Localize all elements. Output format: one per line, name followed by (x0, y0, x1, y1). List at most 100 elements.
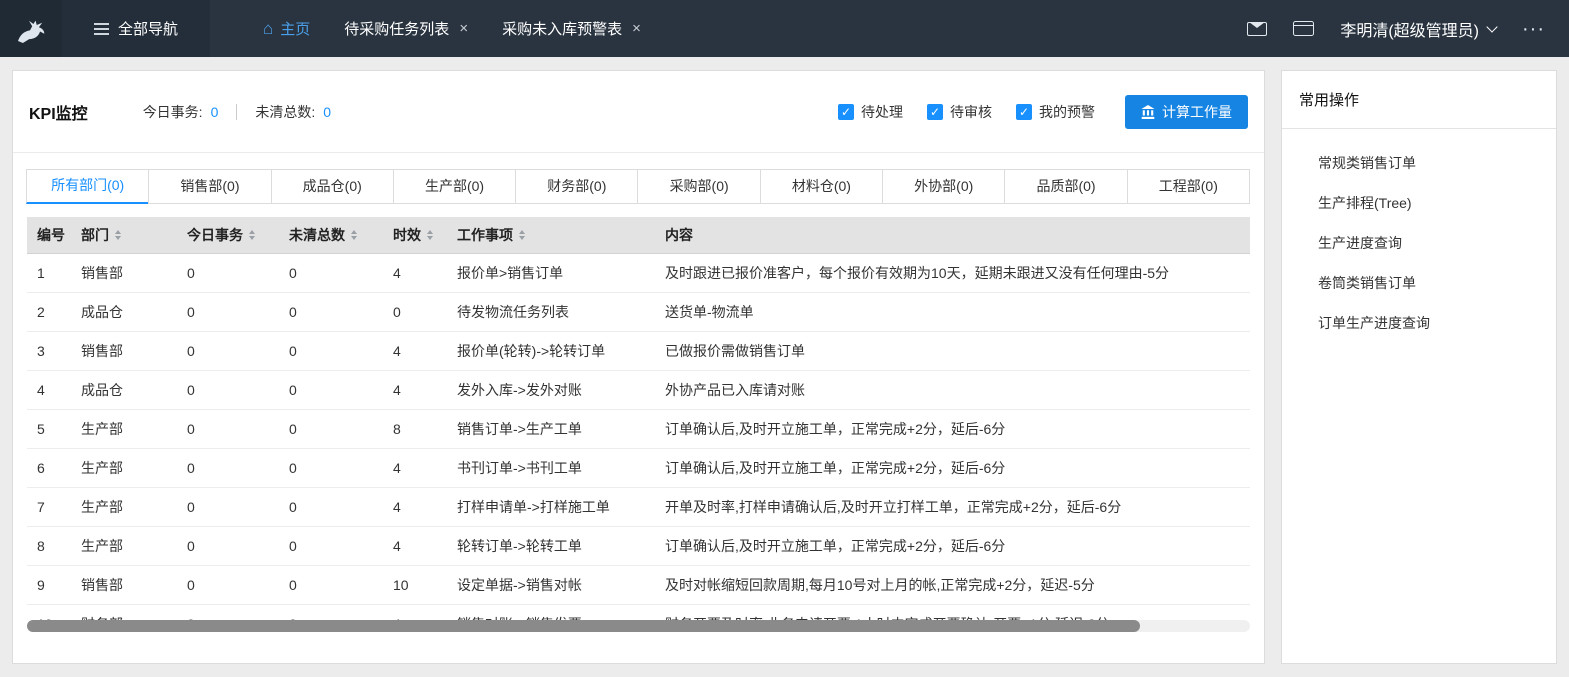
cell-content: 及时对帐缩短回款周期,每月10号对上月的帐,正常完成+2分，延迟-5分 (655, 575, 1250, 595)
cell-age: 8 (383, 421, 447, 437)
cell-no: 7 (27, 499, 71, 515)
department-tab[interactable]: 成品仓(0) (271, 169, 394, 204)
department-tab-label: 材料仓(0) (792, 178, 851, 194)
operation-link[interactable]: 订单生产进度查询 (1318, 303, 1556, 343)
user-menu[interactable]: 李明清(超级管理员) (1340, 17, 1496, 41)
cell-age: 4 (383, 460, 447, 476)
cell-no: 5 (27, 421, 71, 437)
cell-unclear: 0 (279, 382, 383, 398)
column-header-task[interactable]: 工作事项 (457, 225, 525, 245)
column-header-content[interactable]: 内容 (665, 225, 693, 245)
cell-unclear: 0 (279, 343, 383, 359)
sort-icon (519, 230, 525, 240)
horizontal-scrollbar[interactable] (27, 620, 1250, 632)
cell-no: 2 (27, 304, 71, 320)
cell-unclear: 0 (279, 304, 383, 320)
cell-age: 4 (383, 265, 447, 281)
table-row[interactable]: 2 成品仓 0 0 0 待发物流任务列表 送货单-物流单 (27, 293, 1250, 332)
cell-no: 6 (27, 460, 71, 476)
cell-task: 打样申请单->打样施工单 (447, 497, 655, 517)
column-header-unclear[interactable]: 未清总数 (289, 225, 357, 245)
workbench-icon[interactable] (1293, 21, 1314, 36)
column-header-today[interactable]: 今日事务 (187, 225, 255, 245)
cell-unclear: 0 (279, 499, 383, 515)
cell-task: 发外入库->发外对账 (447, 380, 655, 400)
common-operations-title: 常用操作 (1282, 71, 1556, 129)
department-tab[interactable]: 材料仓(0) (760, 169, 883, 204)
page-tab[interactable]: ⌂ 主页 × (246, 0, 327, 57)
cell-unclear: 0 (279, 421, 383, 437)
operation-link[interactable]: 卷筒类销售订单 (1318, 263, 1556, 303)
table-row[interactable]: 9 销售部 0 0 10 设定单据->销售对帐 及时对帐缩短回款周期,每月10号… (27, 566, 1250, 605)
kpi-table: 编号 部门 今日事务 未清总数 时效 工作事项 内容 1 销售部 0 0 4 报… (27, 217, 1250, 620)
table-row[interactable]: 7 生产部 0 0 4 打样申请单->打样施工单 开单及时率,打样申请确认后,及… (27, 488, 1250, 527)
page-tab[interactable]: ⌂ 采购未入库预警表 × (485, 0, 658, 57)
cell-today: 0 (177, 265, 279, 281)
outstanding-stat: 未清总数: 0 (255, 102, 331, 122)
filter-checkbox[interactable]: ✓ 待处理 (838, 102, 903, 122)
calculate-workload-button[interactable]: 计算工作量 (1125, 95, 1248, 129)
scrollbar-thumb[interactable] (27, 620, 1140, 632)
department-tab[interactable]: 工程部(0) (1127, 169, 1250, 204)
filter-checkbox[interactable]: ✓ 我的预警 (1016, 102, 1095, 122)
cell-no: 3 (27, 343, 71, 359)
department-tab[interactable]: 外协部(0) (882, 169, 1005, 204)
department-tab[interactable]: 品质部(0) (1004, 169, 1127, 204)
today-stat-value: 0 (211, 104, 219, 120)
operation-link[interactable]: 常规类销售订单 (1318, 143, 1556, 183)
table-row[interactable]: 8 生产部 0 0 4 轮转订单->轮转工单 订单确认后,及时开立施工单，正常完… (27, 527, 1250, 566)
table-row[interactable]: 3 销售部 0 0 4 报价单(轮转)->轮转订单 已做报价需做销售订单 (27, 332, 1250, 371)
content-area: KPI监控 今日事务: 0 未清总数: 0 ✓ 待处理 ✓ (0, 57, 1569, 677)
all-navigation-button[interactable]: 全部导航 (62, 0, 210, 57)
checkbox-icon[interactable]: ✓ (1016, 104, 1032, 120)
cell-content: 开单及时率,打样申请确认后,及时开立打样工单，正常完成+2分，延后-6分 (655, 497, 1250, 517)
page-tab[interactable]: ⌂ 待采购任务列表 × (327, 0, 485, 57)
cell-unclear: 0 (279, 460, 383, 476)
close-icon[interactable]: × (459, 20, 468, 37)
table-body: 1 销售部 0 0 4 报价单>销售订单 及时跟进已报价准客户，每个报价有效期为… (27, 254, 1250, 620)
table-row[interactable]: 5 生产部 0 0 8 销售订单->生产工单 订单确认后,及时开立施工单，正常完… (27, 410, 1250, 449)
table-row[interactable]: 4 成品仓 0 0 4 发外入库->发外对账 外协产品已入库请对账 (27, 371, 1250, 410)
department-tab-label: 财务部(0) (547, 178, 606, 194)
more-icon[interactable]: ··· (1522, 24, 1545, 34)
column-header-no[interactable]: 编号 (37, 225, 71, 245)
table-row[interactable]: 1 销售部 0 0 4 报价单>销售订单 及时跟进已报价准客户，每个报价有效期为… (27, 254, 1250, 293)
cell-age: 0 (383, 304, 447, 320)
table-row[interactable]: 6 生产部 0 0 4 书刊订单->书刊工单 订单确认后,及时开立施工单，正常完… (27, 449, 1250, 488)
calculate-workload-label: 计算工作量 (1162, 102, 1232, 122)
cell-dept: 生产部 (71, 497, 177, 517)
page-tab-label: 待采购任务列表 (344, 18, 449, 39)
department-tab[interactable]: 采购部(0) (637, 169, 760, 204)
deer-logo-icon (13, 14, 49, 44)
cell-age: 4 (383, 499, 447, 515)
table-header-row: 编号 部门 今日事务 未清总数 时效 工作事项 内容 (27, 217, 1250, 254)
cell-task: 设定单据->销售对帐 (447, 575, 655, 595)
cell-task: 书刊订单->书刊工单 (447, 458, 655, 478)
cell-dept: 生产部 (71, 458, 177, 478)
department-tab[interactable]: 生产部(0) (393, 169, 516, 204)
close-icon[interactable]: × (632, 20, 641, 37)
filter-checkbox[interactable]: ✓ 待审核 (927, 102, 992, 122)
department-tab[interactable]: 所有部门(0) (26, 169, 149, 204)
kpi-monitor-card: KPI监控 今日事务: 0 未清总数: 0 ✓ 待处理 ✓ (12, 70, 1265, 664)
checkbox-icon[interactable]: ✓ (838, 104, 854, 120)
department-tab[interactable]: 销售部(0) (148, 169, 271, 204)
department-tab[interactable]: 财务部(0) (515, 169, 638, 204)
column-header-age[interactable]: 时效 (393, 225, 433, 245)
app-logo[interactable] (0, 0, 62, 57)
sort-icon (115, 230, 121, 240)
cell-content: 外协产品已入库请对账 (655, 380, 1250, 400)
cell-age: 4 (383, 343, 447, 359)
cell-dept: 销售部 (71, 575, 177, 595)
operation-link[interactable]: 生产排程(Tree) (1318, 183, 1556, 223)
mail-icon[interactable] (1247, 22, 1267, 36)
column-header-dept[interactable]: 部门 (81, 225, 121, 245)
cell-today: 0 (177, 577, 279, 593)
checkbox-icon[interactable]: ✓ (927, 104, 943, 120)
cell-no: 8 (27, 538, 71, 554)
cell-age: 4 (383, 382, 447, 398)
table-row[interactable]: 10 财务部 0 0 4 销售对账->销售发票 财务开票及时率,业务申请开票,1… (27, 605, 1250, 620)
operation-link[interactable]: 生产进度查询 (1318, 223, 1556, 263)
department-tab-label: 成品仓(0) (303, 178, 362, 194)
user-name: 李明清(超级管理员) (1340, 17, 1479, 41)
